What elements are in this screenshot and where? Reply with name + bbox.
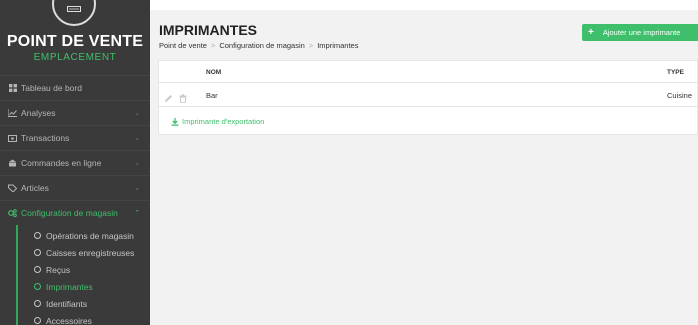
brand-title: POINT DE VENTE	[6, 33, 144, 50]
tag-icon	[8, 184, 17, 193]
breadcrumb-separator-icon: >	[308, 41, 314, 50]
nav-item-dashboard[interactable]: Tableau de bord	[0, 75, 150, 100]
dashboard-icon	[8, 84, 17, 93]
export-link-label: Imprimante d'exportation	[182, 117, 265, 126]
circle-icon	[34, 300, 41, 307]
nav-label: Analyses	[21, 108, 56, 118]
submenu-item-accessories[interactable]: Accessoires	[0, 312, 150, 325]
nav-label: Tableau de bord	[21, 83, 82, 93]
download-icon	[171, 117, 179, 126]
store-logo-icon	[52, 0, 96, 26]
printer-type-cell: Cuisine	[667, 91, 693, 100]
submenu-item-store-operations[interactable]: Opérations de magasin	[0, 227, 150, 244]
nav-label: Transactions	[21, 133, 70, 143]
online-orders-icon	[8, 159, 17, 168]
circle-icon	[34, 283, 41, 290]
sidebar: POINT DE VENTE EMPLACEMENT Tableau de bo…	[0, 0, 150, 325]
submenu-label: Imprimantes	[46, 281, 93, 292]
chevron-up-icon: ⌃	[134, 210, 140, 217]
submenu-label: Identifiants	[46, 298, 88, 309]
nav-label: Commandes en ligne	[21, 158, 102, 168]
submenu-label: Opérations de magasin	[46, 230, 134, 241]
chevron-down-icon: ⌄	[134, 110, 140, 117]
cogs-icon	[8, 209, 17, 218]
page-title: IMPRIMANTES	[159, 22, 257, 38]
nav-item-store-config[interactable]: Configuration de magasin ⌃	[0, 200, 150, 225]
submenu-item-cash-registers[interactable]: Caisses enregistreuses	[0, 244, 150, 261]
table-header: NOM TYPE	[159, 61, 697, 83]
chevron-down-icon: ⌄	[134, 160, 140, 167]
printer-name-cell: Bar	[206, 91, 218, 100]
column-header-name[interactable]: NOM	[206, 69, 221, 76]
breadcrumb: Point de vente > Configuration de magasin >…	[159, 41, 358, 50]
nav-item-analyses[interactable]: Analyses ⌄	[0, 100, 150, 125]
edit-pencil-icon[interactable]	[164, 90, 173, 102]
submenu-label: Caisses enregistreuses	[46, 247, 135, 258]
nav-label: Configuration de magasin	[21, 208, 118, 218]
brand-header: POINT DE VENTE EMPLACEMENT	[0, 0, 150, 75]
nav-item-online-orders[interactable]: Commandes en ligne ⌄	[0, 150, 150, 175]
circle-icon	[34, 249, 41, 256]
submenu-item-identifiers[interactable]: Identifiants	[0, 295, 150, 312]
nav-label: Articles	[21, 183, 49, 193]
circle-icon	[34, 266, 41, 273]
chevron-down-icon: ⌄	[134, 185, 140, 192]
store-config-submenu: Opérations de magasin Caisses enregistre…	[0, 225, 150, 325]
export-printers-link[interactable]: Imprimante d'exportation	[171, 117, 264, 126]
add-printer-label: Ajouter une imprimante	[602, 28, 681, 37]
circle-icon	[34, 317, 41, 324]
nav-item-transactions[interactable]: Transactions ⌄	[0, 125, 150, 150]
column-header-type[interactable]: TYPE	[667, 69, 684, 76]
transactions-icon	[8, 134, 17, 143]
add-printer-button[interactable]: + Ajouter une imprimante	[582, 24, 698, 41]
plus-icon: +	[588, 27, 594, 38]
table-row[interactable]: Bar Cuisine	[159, 83, 697, 107]
breadcrumb-item: Imprimantes	[317, 41, 359, 50]
submenu-item-printers[interactable]: Imprimantes	[0, 278, 150, 295]
location-subtitle[interactable]: EMPLACEMENT	[0, 52, 150, 63]
submenu-item-receipts[interactable]: Reçus	[0, 261, 150, 278]
breadcrumb-item[interactable]: Configuration de magasin	[219, 41, 304, 50]
circle-icon	[34, 232, 41, 239]
nav-item-articles[interactable]: Articles ⌄	[0, 175, 150, 200]
chevron-down-icon: ⌄	[134, 135, 140, 142]
printers-table-card: NOM TYPE Bar Cuisine Imprimante d'export…	[158, 60, 698, 135]
breadcrumb-separator-icon: >	[210, 41, 216, 50]
trash-icon[interactable]	[179, 90, 188, 104]
breadcrumb-item[interactable]: Point de vente	[159, 41, 207, 50]
top-strip	[150, 0, 698, 10]
main-content: IMPRIMANTES Point de vente > Configuration…	[150, 0, 698, 325]
chart-icon	[8, 109, 17, 118]
submenu-label: Accessoires	[46, 315, 92, 325]
